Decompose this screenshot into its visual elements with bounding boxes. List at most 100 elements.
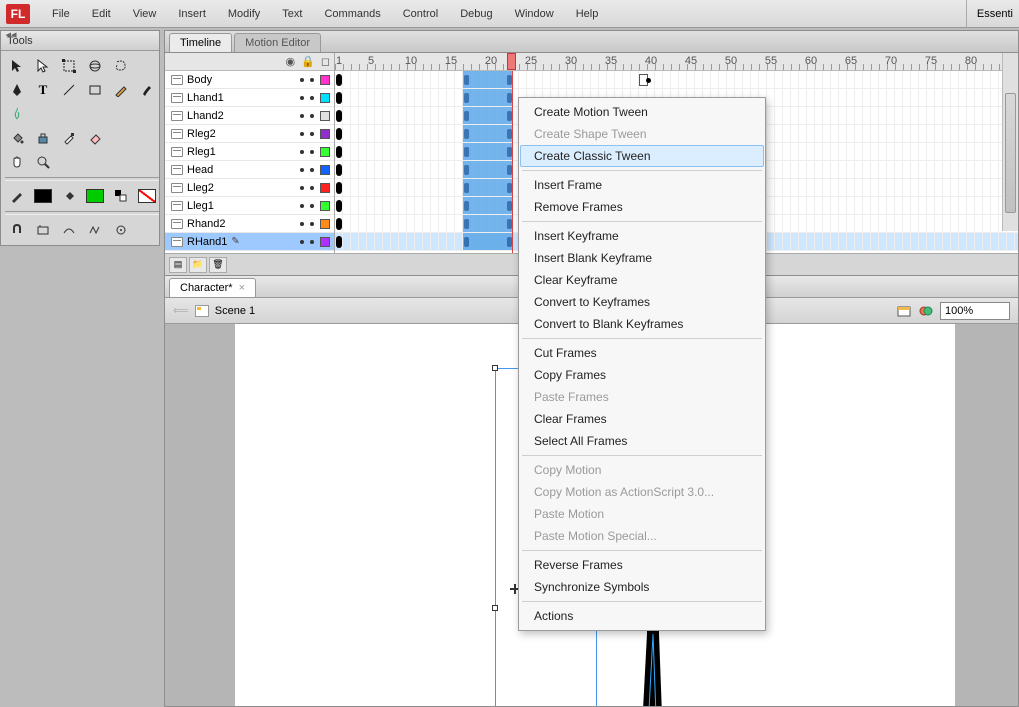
visibility-toggle[interactable] — [300, 150, 304, 154]
visibility-toggle[interactable] — [300, 96, 304, 100]
lock-toggle[interactable] — [310, 132, 314, 136]
workspace-switcher[interactable]: Essenti — [966, 0, 1019, 27]
lock-toggle[interactable] — [310, 150, 314, 154]
pen-tool[interactable] — [5, 79, 29, 101]
context-menu-item[interactable]: Convert to Blank Keyframes — [520, 313, 764, 335]
outline-color[interactable] — [320, 183, 330, 193]
context-menu-item[interactable]: Reverse Frames — [520, 554, 764, 576]
tab-timeline[interactable]: Timeline — [169, 33, 232, 52]
outline-color[interactable] — [320, 111, 330, 121]
option-4[interactable] — [83, 219, 107, 241]
smooth-option[interactable] — [31, 219, 55, 241]
straighten-option[interactable] — [57, 219, 81, 241]
edit-symbol-icon[interactable] — [918, 303, 934, 319]
outline-color[interactable] — [320, 165, 330, 175]
outline-color[interactable] — [320, 201, 330, 211]
keyframe-icon[interactable] — [336, 110, 342, 122]
outline-color[interactable] — [320, 147, 330, 157]
keyframe-icon[interactable] — [464, 75, 469, 85]
end-keyframe-icon[interactable] — [639, 74, 648, 86]
subselection-tool[interactable] — [31, 55, 55, 77]
layer-row[interactable]: Rleg1 — [165, 143, 334, 161]
text-tool[interactable]: T — [31, 79, 55, 101]
frame-selection[interactable] — [463, 197, 513, 214]
context-menu-item[interactable]: Create Classic Tween — [520, 145, 764, 167]
lock-icon[interactable]: 🔒 — [301, 55, 315, 68]
snap-option[interactable] — [5, 219, 29, 241]
frame-selection[interactable] — [463, 233, 513, 250]
zoom-tool[interactable] — [31, 151, 55, 173]
lock-toggle[interactable] — [310, 96, 314, 100]
pencil-tool[interactable] — [109, 79, 133, 101]
outline-color[interactable] — [320, 237, 330, 247]
keyframe-icon[interactable] — [336, 200, 342, 212]
context-menu-item[interactable]: Convert to Keyframes — [520, 291, 764, 313]
playhead[interactable] — [507, 53, 516, 70]
context-menu-item[interactable]: Insert Frame — [520, 174, 764, 196]
keyframe-icon[interactable] — [336, 164, 342, 176]
brush-tool[interactable] — [135, 79, 159, 101]
ink-bottle-tool[interactable] — [31, 127, 55, 149]
new-folder-button[interactable]: 📁 — [189, 257, 207, 273]
menu-text[interactable]: Text — [272, 5, 312, 23]
stroke-swatch[interactable] — [31, 185, 55, 207]
menu-window[interactable]: Window — [505, 5, 564, 23]
visibility-toggle[interactable] — [300, 222, 304, 226]
menu-commands[interactable]: Commands — [314, 5, 390, 23]
document-tab[interactable]: Character* × — [169, 278, 256, 297]
lock-toggle[interactable] — [310, 204, 314, 208]
context-menu-item[interactable]: Synchronize Symbols — [520, 576, 764, 598]
menu-file[interactable]: File — [42, 5, 80, 23]
context-menu-item[interactable]: Insert Keyframe — [520, 225, 764, 247]
keyframe-icon[interactable] — [336, 74, 342, 86]
line-tool[interactable] — [57, 79, 81, 101]
rectangle-tool[interactable] — [83, 79, 107, 101]
lock-toggle[interactable] — [310, 240, 314, 244]
visibility-toggle[interactable] — [300, 168, 304, 172]
outline-color[interactable] — [320, 219, 330, 229]
keyframe-icon[interactable] — [464, 147, 469, 157]
outline-color[interactable] — [320, 129, 330, 139]
layer-row[interactable]: Rleg2 — [165, 125, 334, 143]
layer-row[interactable]: Lleg2 — [165, 179, 334, 197]
new-layer-button[interactable]: ▤ — [169, 257, 187, 273]
frame-selection[interactable] — [463, 215, 513, 232]
lock-toggle[interactable] — [310, 78, 314, 82]
menu-edit[interactable]: Edit — [82, 5, 121, 23]
context-menu-item[interactable]: Copy Frames — [520, 364, 764, 386]
paint-bucket-tool[interactable] — [5, 127, 29, 149]
frame-ruler[interactable]: 1510152025303540455055606570758085 — [335, 53, 1018, 71]
frame-selection[interactable] — [463, 107, 513, 124]
eye-icon[interactable]: ◉ — [286, 55, 296, 68]
keyframe-icon[interactable] — [464, 219, 469, 229]
scene-name[interactable]: Scene 1 — [215, 305, 255, 317]
context-menu-item[interactable]: Actions — [520, 605, 764, 627]
frame-selection[interactable] — [463, 125, 513, 142]
frame-selection[interactable] — [463, 89, 513, 106]
frame-selection[interactable] — [463, 71, 513, 88]
keyframe-icon[interactable] — [336, 236, 342, 248]
context-menu-item[interactable]: Clear Keyframe — [520, 269, 764, 291]
context-menu-item[interactable]: Select All Frames — [520, 430, 764, 452]
layer-row[interactable]: Head — [165, 161, 334, 179]
lock-toggle[interactable] — [310, 186, 314, 190]
layer-row[interactable]: Lhand1 — [165, 89, 334, 107]
menu-help[interactable]: Help — [566, 5, 609, 23]
edit-scene-icon[interactable] — [896, 303, 912, 319]
free-transform-tool[interactable] — [57, 55, 81, 77]
layer-row[interactable]: Lhand2 — [165, 107, 334, 125]
keyframe-icon[interactable] — [464, 183, 469, 193]
keyframe-icon[interactable] — [464, 111, 469, 121]
close-icon[interactable]: × — [239, 282, 245, 294]
context-menu-item[interactable]: Clear Frames — [520, 408, 764, 430]
outline-color[interactable] — [320, 93, 330, 103]
context-menu-item[interactable]: Remove Frames — [520, 196, 764, 218]
zoom-field[interactable]: 100% — [940, 302, 1010, 320]
visibility-toggle[interactable] — [300, 114, 304, 118]
keyframe-icon[interactable] — [336, 128, 342, 140]
keyframe-icon[interactable] — [336, 146, 342, 158]
keyframe-icon[interactable] — [464, 129, 469, 139]
frame-selection[interactable] — [463, 179, 513, 196]
keyframe-icon[interactable] — [464, 201, 469, 211]
keyframe-icon[interactable] — [336, 218, 342, 230]
